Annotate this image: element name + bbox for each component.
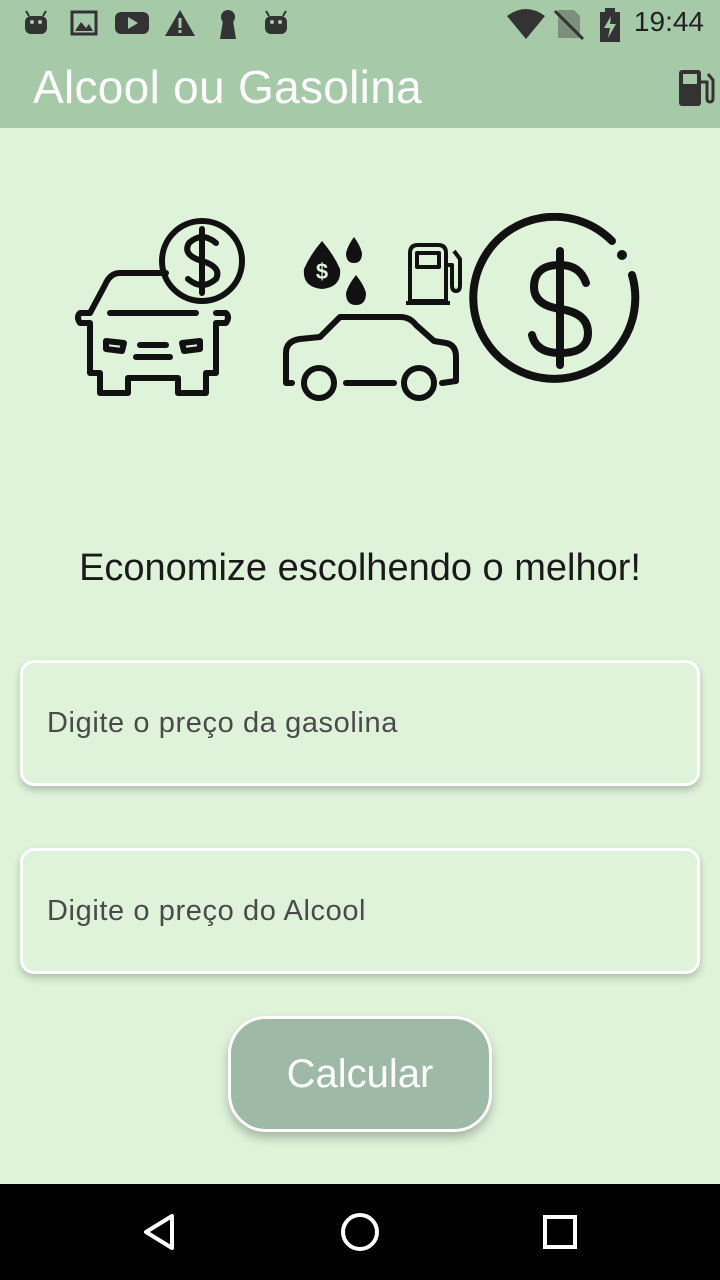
app-title: Alcool ou Gasolina <box>33 61 422 113</box>
gas-price-field <box>20 660 700 786</box>
car-fuel-drops-icon: $ <box>283 237 459 401</box>
gas-price-input[interactable] <box>23 663 697 783</box>
android-icon <box>25 10 47 34</box>
car-dollar-icon <box>75 218 245 396</box>
back-icon[interactable] <box>138 1210 182 1254</box>
gas-station-icon[interactable] <box>676 68 716 108</box>
navigation-bar <box>0 1184 720 1280</box>
youtube-icon <box>115 12 149 34</box>
warning-icon <box>165 10 195 36</box>
tagline: Economize escolhendo o melhor! <box>79 547 641 589</box>
keyhole-icon <box>220 10 236 39</box>
fuel-pump-icon <box>406 243 462 305</box>
android-icon <box>265 10 287 34</box>
battery-charging-icon <box>600 8 620 42</box>
alcohol-price-input[interactable] <box>23 851 697 971</box>
status-time: 19:44 <box>633 6 704 37</box>
recents-icon[interactable] <box>538 1210 582 1254</box>
calculate-button[interactable]: Calcular <box>228 1016 492 1132</box>
app-bar: Alcool ou Gasolina <box>0 48 720 128</box>
status-bar: 19:44 <box>0 0 720 48</box>
dollar-circle-icon <box>469 213 640 383</box>
svg-text:$: $ <box>316 259 328 284</box>
main-content: $ Economize escolhendo o melhor! Digite … <box>0 128 720 1184</box>
image-icon <box>70 10 98 36</box>
no-sim-icon <box>554 9 584 40</box>
wifi-icon <box>507 9 545 39</box>
alcohol-price-field <box>20 848 700 974</box>
illustration: $ <box>75 213 640 401</box>
home-icon[interactable] <box>338 1210 382 1254</box>
